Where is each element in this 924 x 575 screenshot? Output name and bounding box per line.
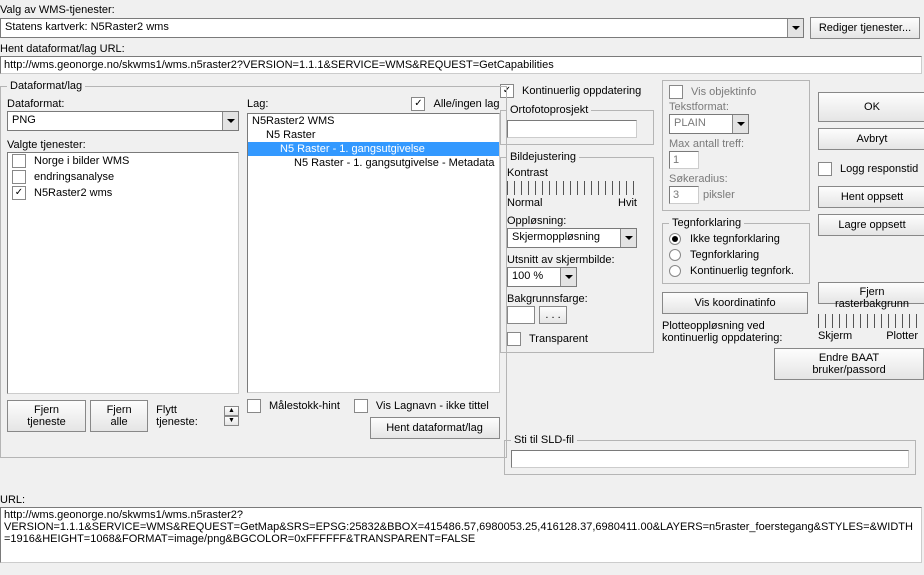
opplosning-select[interactable]: Skjermoppløsning	[507, 228, 637, 248]
ortofoto-legend: Ortofotoprosjekt	[507, 104, 591, 116]
avbryt-button[interactable]: Avbryt	[818, 128, 924, 150]
dropdown-icon	[787, 19, 803, 37]
layer-list-item[interactable]: N5 Raster	[248, 128, 499, 142]
service-select[interactable]: Statens kartverk: N5Raster2 wms	[0, 18, 804, 38]
sld-input[interactable]	[511, 450, 909, 468]
tekstformat-label: Tekstformat:	[669, 101, 803, 113]
piksler-label: piksler	[703, 189, 735, 201]
service-list-item[interactable]: ✓N5Raster2 wms	[8, 185, 238, 201]
hvit-label: Hvit	[618, 197, 637, 209]
bildejustering-legend: Bildejustering	[507, 151, 579, 163]
utsnitt-select[interactable]: 100 %	[507, 267, 577, 287]
dropdown-icon	[560, 268, 576, 286]
tekstformat-select: PLAIN	[669, 114, 749, 134]
hent-dataformat-button[interactable]: Hent dataformat/lag	[370, 417, 500, 439]
endre-baat-button[interactable]: Endre BAAT bruker/passord	[774, 348, 924, 380]
tegnforklaring-fieldset: Tegnforklaring Ikke tegnforklaring Tegnf…	[662, 217, 810, 284]
dropdown-icon	[620, 229, 636, 247]
checkbox-icon	[12, 170, 26, 184]
vis-lagnavn-checkbox[interactable]: Vis Lagnavn - ikke tittel	[354, 399, 489, 413]
valgte-tjenester-list[interactable]: Norge i bilder WMSendringsanalyse✓N5Rast…	[7, 152, 239, 394]
url-bottom-label: URL:	[0, 494, 924, 506]
color-picker-button[interactable]: . . .	[539, 306, 567, 324]
ortofoto-input[interactable]	[507, 120, 637, 138]
vis-koordinatinfo-button[interactable]: Vis koordinatinfo	[662, 292, 808, 314]
dataformat-lag-fieldset: Dataformat/lag Dataformat: PNG Valgte tj…	[0, 80, 507, 458]
flytt-tjeneste-label: Flytt tjeneste:	[156, 404, 220, 428]
checkbox-icon: ✓	[12, 186, 26, 200]
service-list-item[interactable]: endringsanalyse	[8, 169, 238, 185]
tegnforklaring-legend: Tegnforklaring	[669, 217, 744, 229]
kontrast-label: Kontrast	[507, 167, 647, 179]
tegnforklaring-radio[interactable]: Tegnforklaring	[669, 249, 803, 261]
ikke-tegnforklaring-radio[interactable]: Ikke tegnforklaring	[669, 233, 803, 245]
sokeradius-label: Søkeradius:	[669, 173, 803, 185]
bakgrunn-label: Bakgrunnsfarge:	[507, 293, 647, 305]
layer-list-item[interactable]: N5 Raster - 1. gangsutgivelse	[248, 142, 499, 156]
sld-legend: Sti til SLD-fil	[511, 434, 577, 446]
valgte-tjenester-label: Valgte tjenester:	[7, 139, 239, 151]
max-treff-input	[669, 151, 699, 169]
rediger-tjenester-button[interactable]: Rediger tjenester...	[810, 17, 920, 39]
kontinuerlig-tegnfork-radio[interactable]: Kontinuerlig tegnfork.	[669, 265, 803, 277]
bakgrunn-swatch	[507, 306, 535, 324]
skjerm-label: Skjerm	[818, 330, 852, 342]
getmap-url-textarea[interactable]	[0, 507, 922, 563]
normal-label: Normal	[507, 197, 542, 209]
transparent-checkbox[interactable]: Transparent	[507, 332, 647, 346]
kontinuerlig-oppdatering-checkbox[interactable]: ✓Kontinuerlig oppdatering	[500, 84, 654, 98]
dataformat-value: PNG	[8, 112, 238, 128]
max-treff-label: Max antall treff:	[669, 138, 803, 150]
plotter-label: Plotter	[886, 330, 918, 342]
dropdown-icon	[222, 112, 238, 130]
bildejustering-fieldset: Bildejustering Kontrast Normal Hvit Oppl…	[500, 151, 654, 353]
flytt-tjeneste-spinner[interactable]: ▲▼	[224, 406, 239, 426]
layer-list-item[interactable]: N5 Raster - 1. gangsutgivelse - Metadata	[248, 156, 499, 170]
malestokk-hint-checkbox[interactable]: Målestokk-hint	[247, 399, 340, 413]
alle-ingen-lag-checkbox[interactable]: ✓Alle/ingen lag	[411, 97, 499, 111]
lagre-oppsett-button[interactable]: Lagre oppsett	[818, 214, 924, 236]
lag-label: Lag:	[247, 98, 268, 110]
logg-responstid-checkbox[interactable]: Logg responstid	[818, 162, 920, 176]
lag-listbox[interactable]: N5Raster2 WMSN5 RasterN5 Raster - 1. gan…	[247, 113, 500, 393]
fjern-tjeneste-button[interactable]: Fjern tjeneste	[7, 400, 86, 432]
utsnitt-label: Utsnitt av skjermbilde:	[507, 254, 647, 266]
ortofoto-fieldset: Ortofotoprosjekt	[500, 104, 654, 145]
kontrast-slider[interactable]	[507, 181, 637, 195]
opplosning-value: Skjermoppløsning	[508, 229, 636, 245]
sokeradius-input	[669, 186, 699, 204]
capabilities-url-input[interactable]	[0, 56, 922, 74]
sld-fieldset: Sti til SLD-fil	[504, 434, 916, 475]
fjern-alle-button[interactable]: Fjern alle	[90, 400, 148, 432]
fjern-rasterbakgrunn-button[interactable]: Fjern rasterbakgrunn	[818, 282, 924, 304]
valg-wms-label: Valg av WMS-tjenester:	[0, 4, 920, 16]
dataformat-select[interactable]: PNG	[7, 111, 239, 131]
checkbox-icon	[12, 154, 26, 168]
hent-oppsett-button[interactable]: Hent oppsett	[818, 186, 924, 208]
url-label: Hent dataformat/lag URL:	[0, 43, 920, 55]
objektinfo-fieldset: Vis objektinfo Tekstformat: PLAIN Max an…	[662, 80, 810, 211]
dataformat-label: Dataformat:	[7, 98, 239, 110]
dropdown-icon	[732, 115, 748, 133]
dataformat-lag-legend: Dataformat/lag	[7, 80, 85, 92]
plotte-slider[interactable]	[818, 314, 918, 328]
service-select-value: Statens kartverk: N5Raster2 wms	[1, 19, 803, 35]
vis-objektinfo-checkbox[interactable]: Vis objektinfo	[669, 85, 803, 99]
ok-button[interactable]: OK	[818, 92, 924, 122]
opplosning-label: Oppløsning:	[507, 215, 647, 227]
layer-list-item[interactable]: N5Raster2 WMS	[248, 114, 499, 128]
service-list-item[interactable]: Norge i bilder WMS	[8, 153, 238, 169]
